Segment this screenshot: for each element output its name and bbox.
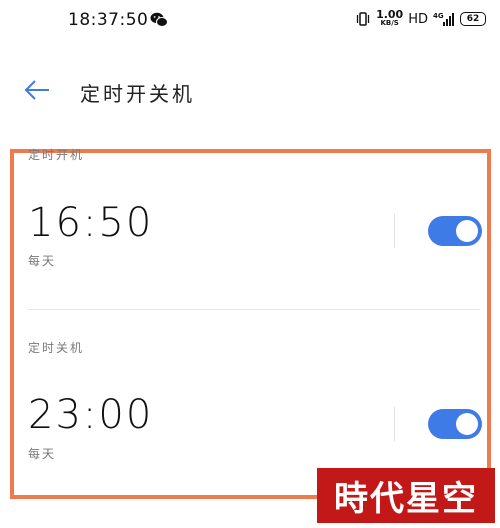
power-on-repeat: 每天	[28, 254, 57, 268]
power-on-toggle[interactable]	[428, 216, 482, 246]
toggle-knob	[456, 413, 478, 435]
battery-icon: 62	[460, 12, 486, 26]
wechat-icon	[150, 12, 168, 27]
status-indicators: 1.00 KB/S HD 4G 62	[355, 9, 486, 29]
network-speed: 1.00 KB/S	[376, 8, 404, 28]
hd-label: HD	[408, 11, 428, 27]
network-type-label: 4G	[433, 12, 444, 20]
network-speed-value: 1.00	[376, 8, 404, 21]
battery-level: 62	[466, 14, 480, 24]
signal-icon: 4G	[433, 12, 454, 26]
power-off-time[interactable]: 23:00	[28, 392, 153, 438]
power-off-divider	[394, 407, 395, 441]
status-bar: 18:37:50 1.00 KB/S HD 4G 62	[0, 0, 500, 40]
back-arrow-icon[interactable]	[24, 79, 50, 101]
vibrate-icon	[356, 12, 370, 26]
power-off-label: 定时关机	[28, 341, 85, 355]
toggle-knob	[456, 220, 478, 242]
section-divider	[28, 309, 480, 310]
watermark-text: 時代星空	[334, 479, 478, 519]
power-on-time[interactable]: 16:50	[28, 200, 153, 246]
network-speed-unit: KB/S	[380, 19, 399, 27]
page-header: 定时开关机	[0, 60, 500, 120]
power-off-repeat: 每天	[28, 447, 57, 461]
power-off-toggle[interactable]	[428, 409, 482, 439]
status-time: 18:37:50	[68, 10, 149, 30]
watermark-logo: 時代星空	[317, 468, 495, 523]
page-title: 定时开关机	[80, 82, 195, 106]
power-on-divider	[394, 214, 395, 248]
power-on-label: 定时开机	[28, 148, 85, 162]
